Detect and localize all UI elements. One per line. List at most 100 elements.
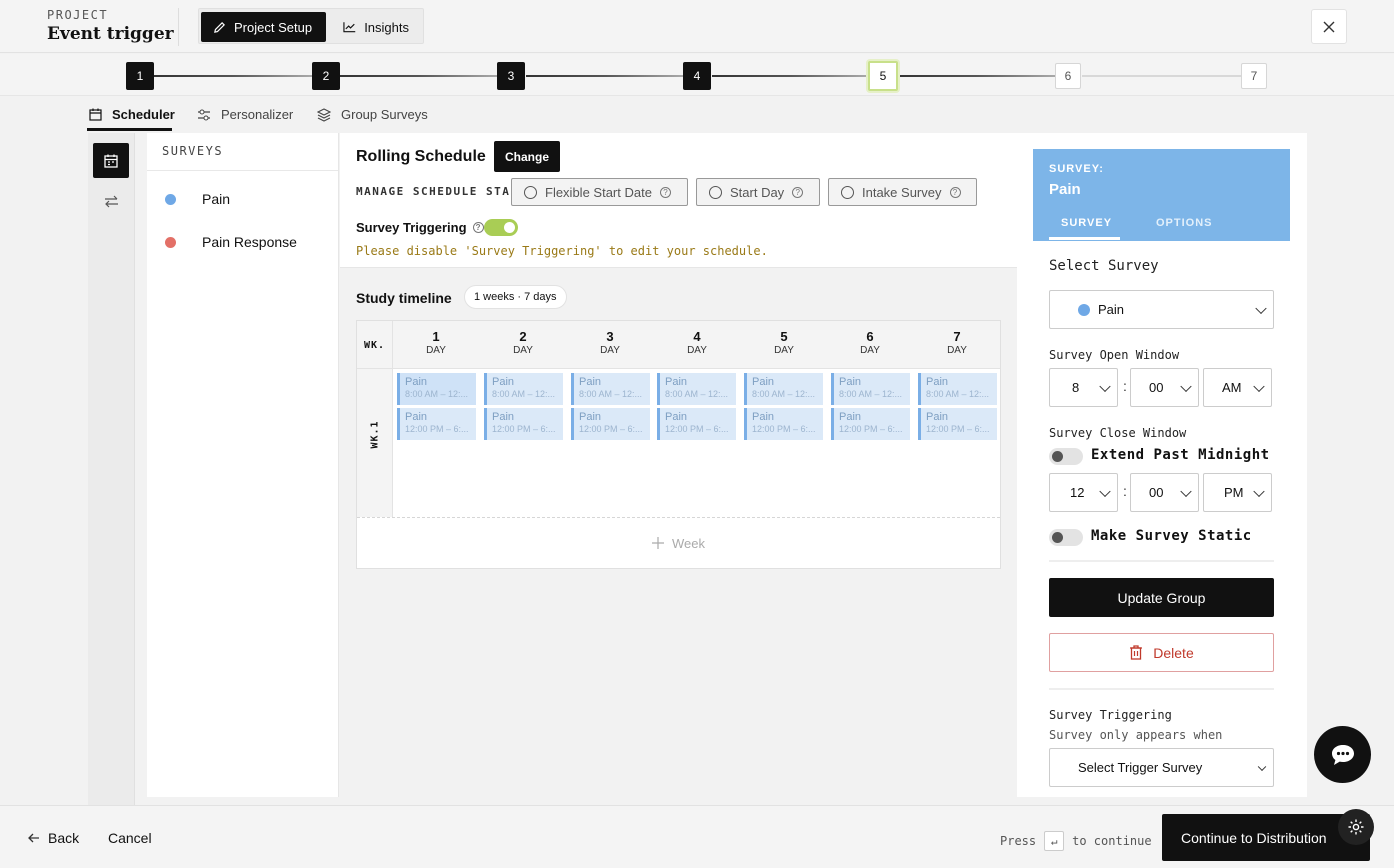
chat-button[interactable]: [1314, 726, 1371, 783]
day-header-4: 4 DAY: [654, 329, 740, 356]
trigger-survey-select[interactable]: Select Trigger Survey: [1049, 748, 1274, 787]
schedule-slot[interactable]: Pain 12:00 PM – 6:...: [657, 408, 736, 440]
footer-bar: Back Cancel Press ↵ to continue Continue…: [0, 805, 1394, 868]
help-icon[interactable]: ?: [472, 222, 484, 233]
time-colon: :: [1123, 483, 1127, 499]
day-header-5: 5 DAY: [741, 329, 827, 356]
open-minute-select[interactable]: 00: [1130, 368, 1199, 407]
step-4[interactable]: 4: [683, 62, 711, 90]
help-icon[interactable]: ?: [792, 186, 804, 198]
schedule-slot[interactable]: Pain 12:00 PM – 6:...: [397, 408, 476, 440]
open-minute-value: 00: [1149, 380, 1164, 395]
schedule-slot[interactable]: Pain 8:00 AM – 12:...: [831, 373, 910, 405]
settings-button[interactable]: [1338, 809, 1374, 845]
tab-scheduler[interactable]: Scheduler: [89, 97, 175, 132]
open-hour-select[interactable]: 8: [1049, 368, 1118, 407]
survey-triggering-label: Survey Triggering ?: [356, 220, 484, 235]
plus-icon: [652, 537, 664, 549]
step-5[interactable]: 5: [868, 61, 898, 91]
update-group-button[interactable]: Update Group: [1049, 578, 1274, 617]
slot-time: 8:00 AM – 12:...: [926, 389, 990, 399]
close-button[interactable]: [1311, 9, 1347, 44]
option-start-day[interactable]: Start Day ?: [696, 178, 820, 206]
slot-survey-name: Pain: [579, 411, 602, 423]
survey-item-pain-response[interactable]: Pain Response: [147, 224, 337, 260]
schedule-slot[interactable]: Pain 8:00 AM – 12:...: [918, 373, 997, 405]
option-intake-survey[interactable]: Intake Survey ?: [828, 178, 977, 206]
step-2[interactable]: 2: [312, 62, 340, 90]
slot-survey-name: Pain: [665, 411, 688, 423]
survey-triggering-text: Survey Triggering: [356, 220, 467, 235]
tab-personalizer[interactable]: Personalizer: [197, 97, 293, 132]
option-flexible-start-date[interactable]: Flexible Start Date ?: [511, 178, 688, 206]
calendar-header: WK. 1 DAY 2 DAY 3 DAY 4 DAY 5 DAY 6 DAY 7 DAY: [357, 321, 1000, 369]
make-survey-static-toggle[interactable]: [1049, 529, 1083, 546]
open-ampm-value: AM: [1222, 380, 1242, 395]
chevron-down-icon: [1255, 302, 1267, 314]
close-ampm-select[interactable]: PM: [1203, 473, 1272, 512]
step-1[interactable]: 1: [126, 62, 154, 90]
slot-time: 12:00 PM – 6:...: [405, 424, 469, 434]
manage-schedule-start-label: MANAGE SCHEDULE START: [356, 185, 527, 198]
schedule-slot[interactable]: Pain 12:00 PM – 6:...: [484, 408, 563, 440]
slot-survey-name: Pain: [492, 376, 515, 388]
close-minute-select[interactable]: 00: [1130, 473, 1199, 512]
open-ampm-select[interactable]: AM: [1203, 368, 1272, 407]
add-week-button[interactable]: Week: [357, 517, 1000, 568]
enter-key-icon: ↵: [1044, 831, 1065, 851]
calendar-icon: [89, 108, 102, 121]
slot-time: 8:00 AM – 12:...: [752, 389, 816, 399]
swap-arrows-icon: [104, 195, 118, 208]
chevron-down-icon: [1257, 762, 1267, 771]
gear-icon: [1348, 819, 1364, 835]
tab-group-surveys[interactable]: Group Surveys: [317, 97, 428, 132]
open-window-label: Survey Open Window: [1049, 348, 1180, 362]
schedule-slot[interactable]: Pain 12:00 PM – 6:...: [571, 408, 650, 440]
day-word: DAY: [513, 345, 533, 356]
active-tab-indicator: [1049, 237, 1120, 240]
tab-options[interactable]: OPTIONS: [1156, 217, 1213, 229]
schedule-slot[interactable]: Pain 12:00 PM – 6:...: [831, 408, 910, 440]
slot-time: 12:00 PM – 6:...: [665, 424, 729, 434]
slot-survey-name: Pain: [926, 376, 949, 388]
slot-survey-name: Pain: [665, 376, 688, 388]
progress-stepper: 1 2 3 4 5 6 7: [0, 54, 1394, 96]
survey-color-dot: [165, 193, 176, 205]
schedule-slot[interactable]: Pain 12:00 PM – 6:...: [744, 408, 823, 440]
back-button[interactable]: Back: [28, 830, 79, 846]
schedule-slot[interactable]: Pain 8:00 AM – 12:...: [484, 373, 563, 405]
cancel-button[interactable]: Cancel: [108, 830, 152, 846]
survey-triggering-toggle[interactable]: [484, 219, 518, 236]
close-hour-select[interactable]: 12: [1049, 473, 1118, 512]
active-tab-indicator: [87, 128, 172, 131]
schedule-slot[interactable]: Pain 8:00 AM – 12:...: [657, 373, 736, 405]
header-divider: [178, 8, 179, 46]
step-7[interactable]: 7: [1241, 63, 1267, 89]
slot-survey-name: Pain: [492, 411, 515, 423]
schedule-slot[interactable]: Pain 12:00 PM – 6:...: [918, 408, 997, 440]
calendar-view-button[interactable]: [93, 143, 129, 178]
select-survey-dropdown[interactable]: Pain: [1049, 290, 1274, 329]
schedule-slot[interactable]: Pain 8:00 AM – 12:...: [744, 373, 823, 405]
tab-survey[interactable]: SURVEY: [1061, 217, 1112, 229]
radio-icon: [841, 185, 854, 199]
slot-time: 12:00 PM – 6:...: [492, 424, 556, 434]
section-tabs: Scheduler Personalizer Group Surveys: [0, 97, 1394, 132]
swap-view-button[interactable]: [93, 184, 129, 219]
step-3[interactable]: 3: [497, 62, 525, 90]
schedule-slot[interactable]: Pain 8:00 AM – 12:...: [571, 373, 650, 405]
survey-item-pain[interactable]: Pain: [147, 181, 337, 217]
tab-insights[interactable]: Insights: [331, 12, 421, 42]
help-icon[interactable]: ?: [949, 186, 961, 198]
extend-past-midnight-toggle[interactable]: [1049, 448, 1083, 465]
slot-survey-name: Pain: [839, 411, 862, 423]
study-timeline-title: Study timeline: [356, 290, 452, 306]
tab-project-setup[interactable]: Project Setup: [201, 12, 326, 42]
help-icon[interactable]: ?: [659, 186, 671, 198]
back-label: Back: [48, 830, 80, 846]
delete-button[interactable]: Delete: [1049, 633, 1274, 672]
chevron-down-icon: [1099, 485, 1111, 497]
step-6[interactable]: 6: [1055, 63, 1081, 89]
schedule-slot[interactable]: Pain 8:00 AM – 12:...: [397, 373, 476, 405]
change-schedule-button[interactable]: Change: [494, 141, 560, 172]
